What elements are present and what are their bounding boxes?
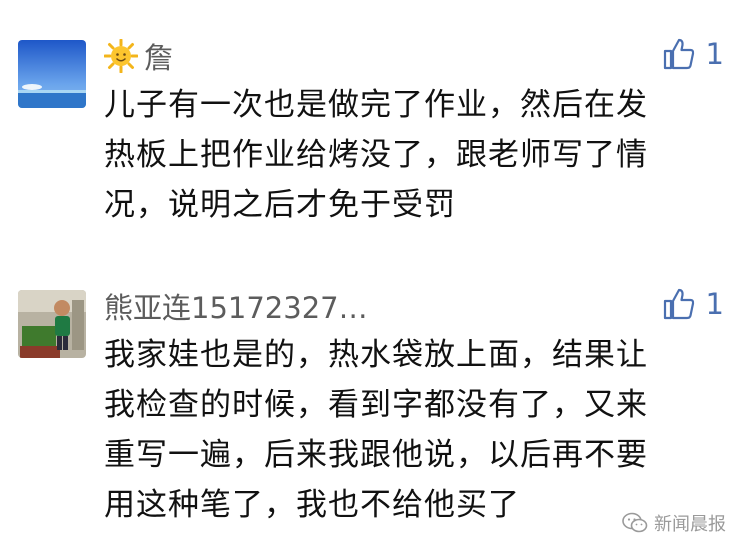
comment-line: 我家娃也是的，热水袋放上面，结果让 — [104, 337, 648, 373]
comment-text: 儿子有一次也是做完了作业，然后在发 热板上把作业给烤没了，跟老师写了情 况，说明… — [104, 80, 724, 230]
avatar-image — [18, 40, 86, 108]
like-count: 1 — [705, 287, 724, 321]
like-button[interactable]: 1 — [662, 284, 724, 324]
username[interactable]: 熊亚连15172327… — [104, 286, 368, 326]
thumbs-up-icon — [663, 38, 694, 70]
username[interactable]: 詹 — [104, 36, 173, 76]
thumbs-up-icon — [663, 288, 694, 320]
avatar[interactable] — [18, 40, 86, 108]
like-button[interactable]: 1 — [662, 34, 724, 74]
comment-line: 儿子有一次也是做完了作业，然后在发 — [104, 87, 648, 123]
username-label: 熊亚连15172327… — [104, 291, 368, 325]
watermark: 新闻晨报 — [622, 510, 726, 536]
like-count: 1 — [705, 37, 724, 71]
watermark-label: 新闻晨报 — [654, 514, 726, 535]
comment-text: 我家娃也是的，热水袋放上面，结果让 我检查的时候，看到字都没有了，又来 重写一遍… — [104, 330, 724, 530]
wechat-icon — [622, 512, 648, 533]
comment-line: 我检查的时候，看到字都没有了，又来 — [104, 387, 648, 423]
avatar[interactable] — [18, 290, 86, 358]
comment-line: 重写一遍，后来我跟他说，以后再不要 — [104, 437, 648, 473]
comment-line: 况，说明之后才免于受罚 — [104, 187, 456, 223]
username-label: 詹 — [144, 41, 174, 75]
avatar-image — [18, 290, 86, 358]
sun-face-emoji-icon — [104, 39, 138, 73]
comment-line: 热板上把作业给烤没了，跟老师写了情 — [104, 137, 648, 173]
